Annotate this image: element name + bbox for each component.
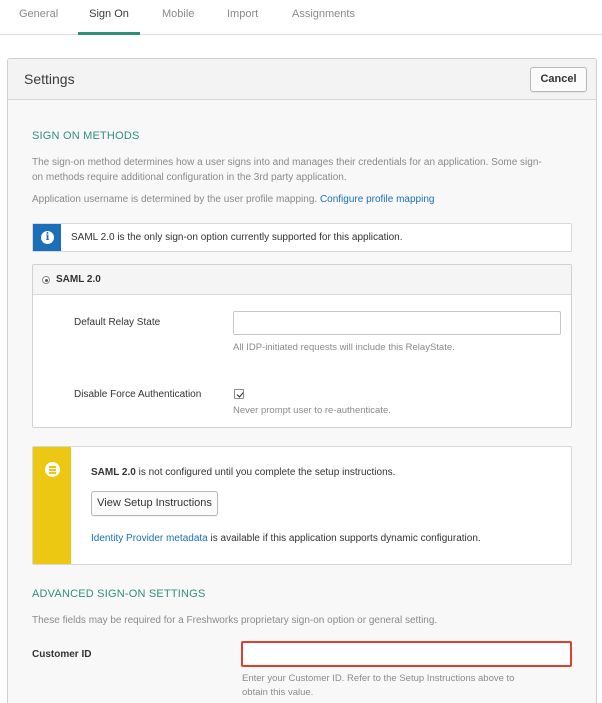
cancel-button[interactable]: Cancel <box>530 67 587 92</box>
panel-header: Settings Cancel <box>8 59 596 100</box>
info-strip: i <box>33 224 61 251</box>
tab-sign-on[interactable]: Sign On <box>78 0 140 35</box>
customer-id-hint: Enter your Customer ID. Refer to the Set… <box>242 672 514 700</box>
setup-notice: SAML 2.0 is not configured until you com… <box>32 446 572 565</box>
username-mapping-text: Application username is determined by th… <box>32 192 434 207</box>
description-line-2: on methods require additional configurat… <box>32 172 347 183</box>
force-auth-hint: Never prompt user to re-authenticate. <box>233 405 391 416</box>
description-line-1: The sign-on method determines how a user… <box>32 157 542 168</box>
info-icon: i <box>41 231 54 244</box>
saml-radio[interactable] <box>42 276 50 284</box>
sign-on-methods-description: The sign-on method determines how a user… <box>32 155 542 185</box>
setup-notice-message: is not configured until you complete the… <box>135 467 396 478</box>
advanced-settings-heading: ADVANCED SIGN-ON SETTINGS <box>32 588 206 600</box>
customer-id-input[interactable] <box>241 641 572 667</box>
customer-id-hint-line-2: obtain this value. <box>242 687 314 698</box>
saml-option-box: SAML 2.0 Default Relay State All IDP-ini… <box>32 264 572 428</box>
advanced-settings-description: These fields may be required for a Fresh… <box>32 615 438 626</box>
panel-title: Settings <box>24 71 75 87</box>
relay-state-input[interactable] <box>233 311 561 335</box>
identity-provider-metadata-link[interactable]: Identity Provider metadata <box>91 533 208 544</box>
tab-assignments[interactable]: Assignments <box>292 0 355 35</box>
force-auth-checkbox[interactable] <box>234 389 244 399</box>
setup-notice-bold: SAML 2.0 <box>91 467 136 478</box>
metadata-text: Identity Provider metadata is available … <box>91 533 481 544</box>
configure-profile-mapping-link[interactable]: Configure profile mapping <box>320 194 435 205</box>
tab-import[interactable]: Import <box>227 0 258 35</box>
relay-state-hint: All IDP-initiated requests will include … <box>233 342 455 353</box>
sign-on-methods-heading: SIGN ON METHODS <box>32 130 140 142</box>
tab-general[interactable]: General <box>19 0 58 35</box>
force-auth-label: Disable Force Authentication <box>74 389 202 400</box>
info-notice: i SAML 2.0 is the only sign-on option cu… <box>32 223 572 252</box>
settings-panel: Settings Cancel SIGN ON METHODS The sign… <box>7 58 597 703</box>
customer-id-label: Customer ID <box>32 649 92 660</box>
info-notice-text: SAML 2.0 is the only sign-on option curr… <box>71 232 403 243</box>
setup-notice-text: SAML 2.0 is not configured until you com… <box>91 467 395 478</box>
tab-bar: General Sign On Mobile Import Assignment… <box>0 0 602 35</box>
saml-option-header: SAML 2.0 <box>33 265 571 295</box>
metadata-message: is available if this application support… <box>207 533 481 544</box>
view-setup-instructions-button[interactable]: View Setup Instructions <box>91 491 218 516</box>
username-mapping-label: Application username is determined by th… <box>32 194 318 205</box>
list-icon <box>45 462 60 477</box>
saml-option-label: SAML 2.0 <box>56 274 101 285</box>
tab-mobile[interactable]: Mobile <box>162 0 194 35</box>
relay-state-label: Default Relay State <box>74 317 161 328</box>
customer-id-hint-line-1: Enter your Customer ID. Refer to the Set… <box>242 673 515 684</box>
warning-strip <box>33 447 71 564</box>
